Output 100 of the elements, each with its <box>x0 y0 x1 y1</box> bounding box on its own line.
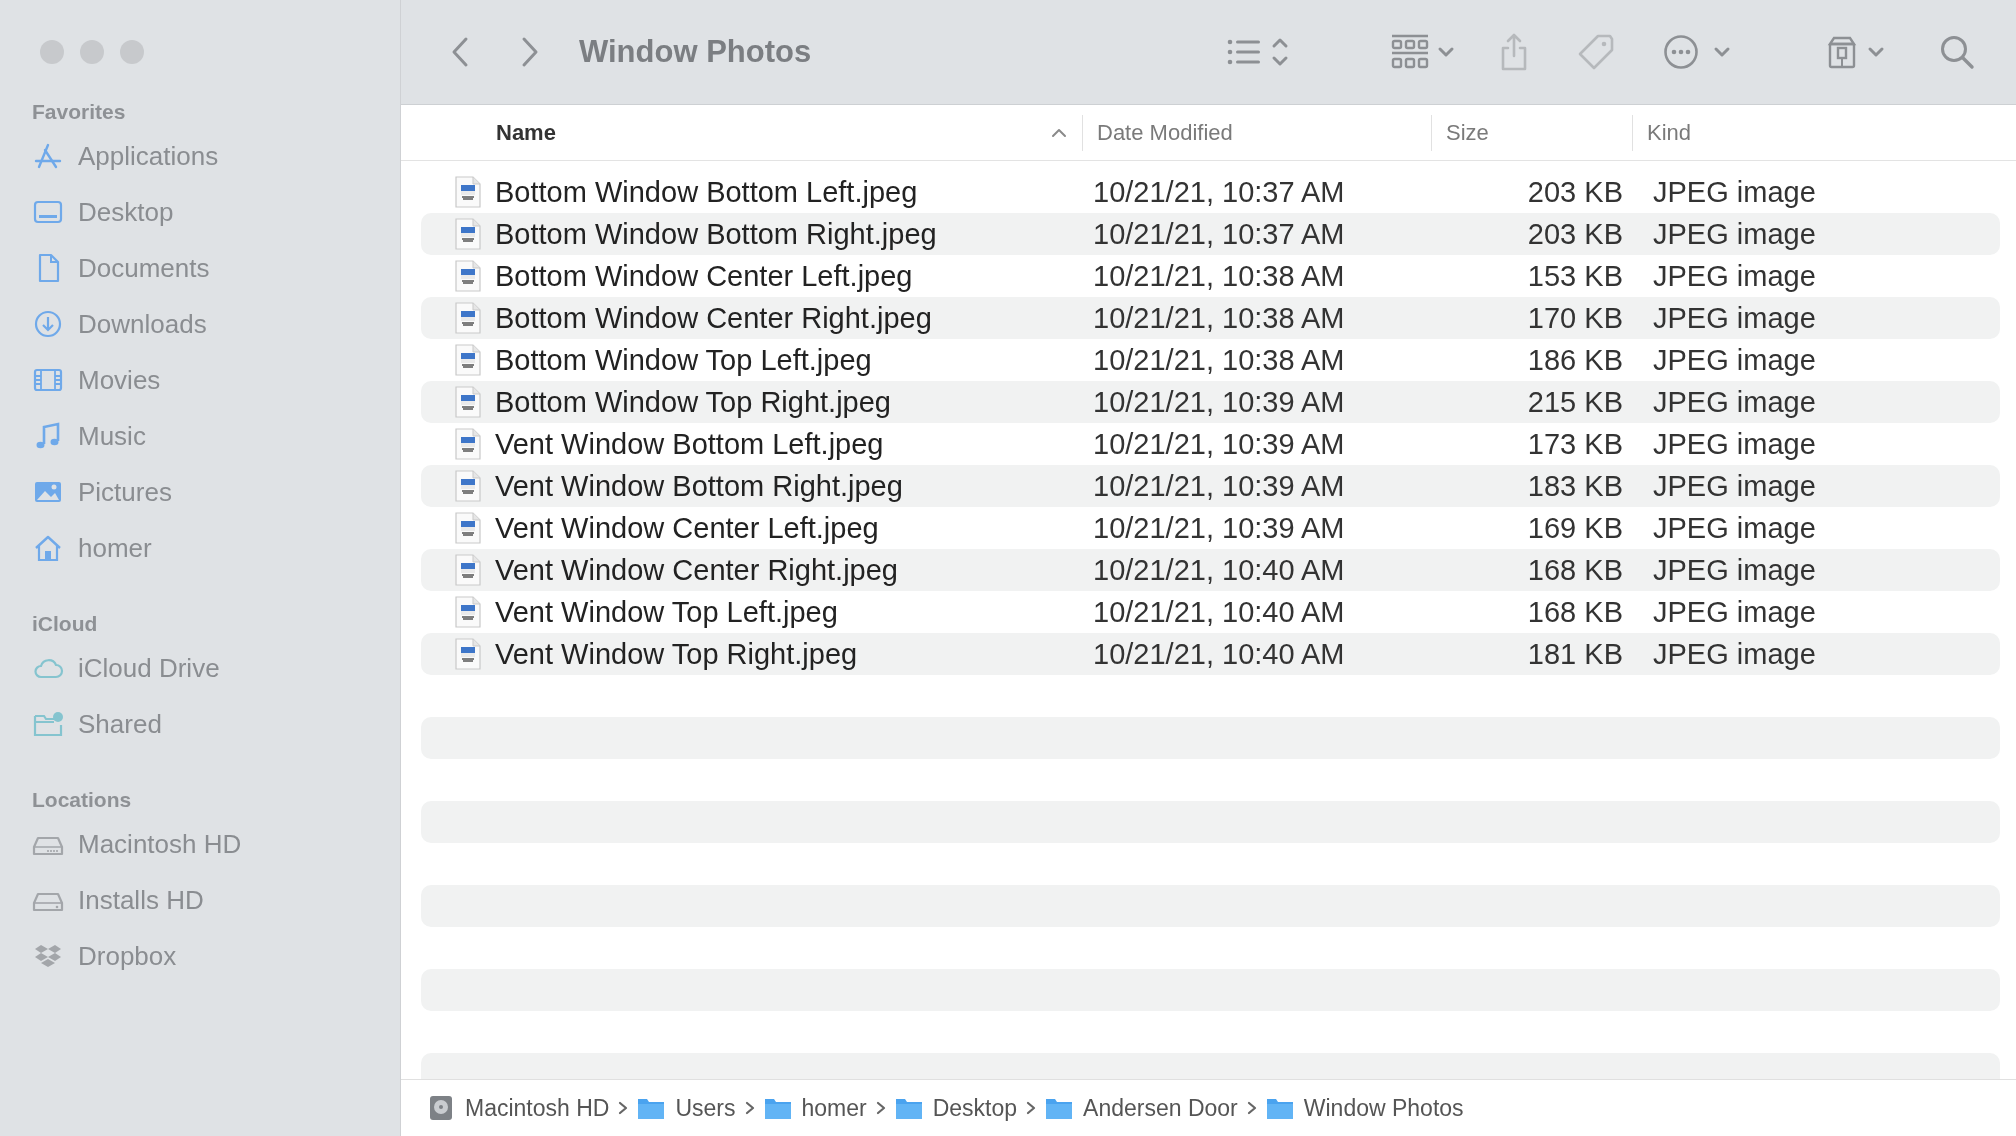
image-file-icon <box>455 218 481 250</box>
box-icon[interactable] <box>1827 35 1858 69</box>
chevron-right-icon <box>874 1100 887 1116</box>
image-file-icon <box>455 596 481 628</box>
column-header[interactable]: Size <box>1432 114 1633 151</box>
date-modified: 10/21/21, 10:38 AM <box>1093 301 1346 335</box>
column-header[interactable]: Kind <box>1633 105 1692 160</box>
file-name: Bottom Window Top Right.jpeg <box>495 385 892 419</box>
date-modified: 10/21/21, 10:40 AM <box>1093 595 1346 629</box>
image-file-icon <box>455 638 481 670</box>
image-file-icon <box>455 344 481 376</box>
file-size: 181 KB <box>1526 637 1623 671</box>
download-icon <box>32 308 64 340</box>
file-name: Bottom Window Center Left.jpeg <box>495 259 914 293</box>
file-row[interactable]: Vent Window Bottom Left.jpeg 10/21/21, 10:39 AM 173 KB JPEG image <box>421 423 2000 465</box>
file-size: 186 KB <box>1526 343 1623 377</box>
path-item[interactable]: Window Photos <box>1265 1094 1464 1122</box>
file-row[interactable]: Bottom Window Top Right.jpeg 10/21/21, 10:39 AM 215 KB JPEG image <box>421 381 2000 423</box>
file-size: 203 KB <box>1526 175 1623 209</box>
file-row[interactable]: Vent Window Top Right.jpeg 10/21/21, 10:40 AM 181 KB JPEG image <box>421 633 2000 675</box>
file-name: Bottom Window Bottom Right.jpeg <box>495 217 938 251</box>
file-kind: JPEG image <box>1653 553 1816 587</box>
chevron-down-icon[interactable] <box>1867 46 1886 58</box>
file-row[interactable]: Bottom Window Top Left.jpeg 10/21/21, 10:38 AM 186 KB JPEG image <box>421 339 2000 381</box>
file-size: 173 KB <box>1526 427 1623 461</box>
file-size: 168 KB <box>1526 595 1623 629</box>
path-item[interactable]: homer <box>763 1094 867 1122</box>
date-modified: 10/21/21, 10:39 AM <box>1093 511 1346 545</box>
file-kind: JPEG image <box>1653 301 1816 335</box>
file-row[interactable]: Vent Window Bottom Right.jpeg 10/21/21, 10:39 AM 183 KB JPEG image <box>421 465 2000 507</box>
file-name: Vent Window Center Right.jpeg <box>495 553 899 587</box>
file-kind: JPEG image <box>1653 511 1816 545</box>
chevron-right-icon <box>743 1100 756 1116</box>
file-row[interactable]: Vent Window Top Left.jpeg 10/21/21, 10:40 AM 168 KB JPEG image <box>421 591 2000 633</box>
section-heading: Locations <box>32 787 133 813</box>
file-size: 168 KB <box>1526 553 1623 587</box>
file-size: 153 KB <box>1526 259 1623 293</box>
file-row[interactable]: Bottom Window Center Right.jpeg 10/21/21, 10:38 AM 170 KB JPEG image <box>421 297 2000 339</box>
file-kind: JPEG image <box>1653 343 1816 377</box>
section-heading: Favorites <box>32 99 127 125</box>
list-view-icon[interactable] <box>1227 37 1262 67</box>
file-size: 203 KB <box>1526 217 1623 251</box>
image-file-icon <box>455 386 481 418</box>
file-name: Vent Window Top Left.jpeg <box>495 595 839 629</box>
date-modified: 10/21/21, 10:39 AM <box>1093 427 1346 461</box>
image-file-icon <box>455 260 481 292</box>
window-title: Window Photos <box>579 34 812 70</box>
window-control-button[interactable] <box>80 40 104 64</box>
chevron-right-icon <box>617 1100 630 1116</box>
path-item[interactable]: Andersen Door <box>1045 1094 1238 1122</box>
date-modified: 10/21/21, 10:40 AM <box>1093 553 1346 587</box>
file-size: 170 KB <box>1526 301 1623 335</box>
file-size: 183 KB <box>1526 469 1623 503</box>
column-header[interactable]: Date Modified <box>1083 114 1432 151</box>
file-name: Vent Window Top Right.jpeg <box>495 637 859 671</box>
file-kind: JPEG image <box>1653 595 1816 629</box>
more-icon[interactable] <box>1663 34 1700 70</box>
image-file-icon <box>455 428 481 460</box>
window-control-button[interactable] <box>40 40 64 64</box>
image-file-icon <box>455 176 481 208</box>
path-item[interactable]: Desktop <box>894 1094 1018 1122</box>
date-modified: 10/21/21, 10:37 AM <box>1093 175 1346 209</box>
file-kind: JPEG image <box>1653 469 1816 503</box>
window-control-button[interactable] <box>120 40 144 64</box>
file-kind: JPEG image <box>1653 259 1816 293</box>
file-kind: JPEG image <box>1653 427 1816 461</box>
file-row[interactable]: Bottom Window Bottom Left.jpeg 10/21/21, 10:37 AM 203 KB JPEG image <box>421 171 2000 213</box>
section-heading: iCloud <box>32 611 99 637</box>
file-name: Vent Window Bottom Right.jpeg <box>495 469 904 503</box>
column-header[interactable]: Name <box>401 114 1083 151</box>
chevron-right-icon <box>1245 1100 1258 1116</box>
gallery-view-icon[interactable] <box>1391 34 1430 70</box>
file-kind: JPEG image <box>1653 175 1816 209</box>
image-file-icon <box>455 512 481 544</box>
image-file-icon <box>455 470 481 502</box>
file-row[interactable]: Bottom Window Center Left.jpeg 10/21/21, 10:38 AM 153 KB JPEG image <box>421 255 2000 297</box>
file-name: Vent Window Center Left.jpeg <box>495 511 880 545</box>
chevron-down-icon[interactable] <box>1713 46 1732 58</box>
date-modified: 10/21/21, 10:38 AM <box>1093 343 1346 377</box>
file-name: Bottom Window Center Right.jpeg <box>495 301 933 335</box>
file-row[interactable]: Bottom Window Bottom Right.jpeg 10/21/21, 10:37 AM 203 KB JPEG image <box>421 213 2000 255</box>
date-modified: 10/21/21, 10:37 AM <box>1093 217 1346 251</box>
chevron-down-icon[interactable] <box>1437 46 1456 58</box>
file-kind: JPEG image <box>1653 217 1816 251</box>
chevron-right-icon <box>1025 1100 1038 1116</box>
file-name: Vent Window Bottom Left.jpeg <box>495 427 885 461</box>
path-item[interactable]: Users <box>637 1094 736 1122</box>
file-kind: JPEG image <box>1653 637 1816 671</box>
file-size: 169 KB <box>1526 511 1623 545</box>
file-row[interactable]: Vent Window Center Right.jpeg 10/21/21, 10:40 AM 168 KB JPEG image <box>421 549 2000 591</box>
tag-icon[interactable] <box>1577 33 1616 71</box>
date-modified: 10/21/21, 10:39 AM <box>1093 469 1346 503</box>
image-file-icon <box>455 302 481 334</box>
file-name: Bottom Window Top Left.jpeg <box>495 343 873 377</box>
file-row[interactable]: Vent Window Center Left.jpeg 10/21/21, 10:39 AM 169 KB JPEG image <box>421 507 2000 549</box>
path-item[interactable]: Macintosh HD <box>427 1094 610 1122</box>
file-kind: JPEG image <box>1653 385 1816 419</box>
search-icon[interactable] <box>1939 34 1976 70</box>
date-modified: 10/21/21, 10:40 AM <box>1093 637 1346 671</box>
file-size: 215 KB <box>1526 385 1623 419</box>
